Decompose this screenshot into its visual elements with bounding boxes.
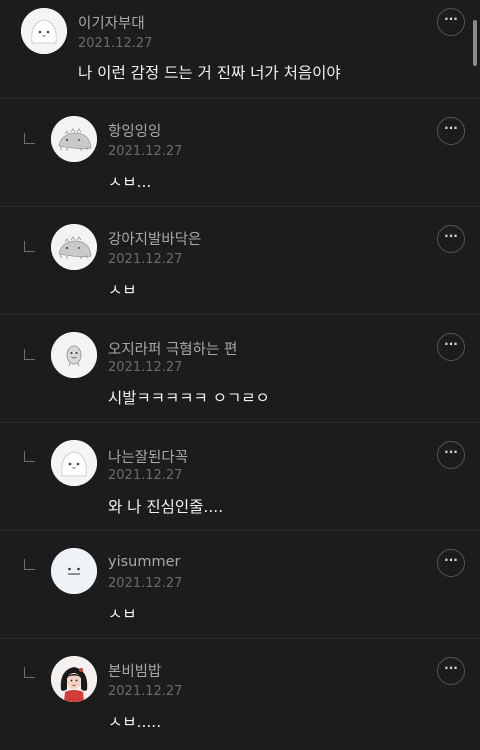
girl-portrait-icon (51, 656, 97, 702)
reply-item: 항잉잉잉 2021.12.27 ㅅㅂ... ··· (0, 99, 480, 207)
small-creature-icon (51, 332, 97, 378)
comment-date: 2021.12.27 (108, 144, 183, 159)
more-options-button[interactable]: ··· (437, 333, 465, 361)
scrollbar[interactable] (473, 20, 477, 66)
more-options-button[interactable]: ··· (437, 8, 465, 36)
comment-text: ㅅㅂ (108, 605, 137, 623)
more-dots-icon: ··· (444, 445, 458, 459)
avatar[interactable] (51, 440, 97, 486)
smiley-face-icon (51, 548, 97, 594)
more-dots-icon: ··· (444, 337, 458, 351)
comment-text: ㅅㅂ... (108, 173, 152, 191)
comment-date: 2021.12.27 (108, 576, 183, 591)
avatar[interactable] (51, 224, 97, 270)
comment-text: 나 이런 감정 드는 거 진짜 너가 처음이야 (78, 64, 341, 82)
gray-dinosaur-icon (51, 116, 97, 162)
comment-text: 시발ㅋㅋㅋㅋㅋ ㅇㄱㄹㅇ (108, 389, 270, 407)
comment-text: ㅅㅂ (108, 281, 137, 299)
comment-date: 2021.12.27 (78, 36, 153, 51)
reply-item: 나는잘된다꼭 2021.12.27 와 나 진심인줄.... ··· (0, 423, 480, 531)
reply-arrow-icon (24, 667, 35, 678)
comment-author[interactable]: 항잉잉잉 (108, 120, 161, 141)
more-dots-icon: ··· (444, 229, 458, 243)
more-options-button[interactable]: ··· (437, 657, 465, 685)
comment-author[interactable]: 오지라퍼 극혐하는 편 (108, 338, 237, 359)
white-blob-character-icon (21, 8, 67, 54)
avatar[interactable] (51, 332, 97, 378)
reply-arrow-icon (24, 241, 35, 252)
comment-date: 2021.12.27 (108, 684, 183, 699)
reply-item: 오지라퍼 극혐하는 편 2021.12.27 시발ㅋㅋㅋㅋㅋ ㅇㄱㄹㅇ ··· (0, 315, 480, 423)
more-options-button[interactable]: ··· (437, 441, 465, 469)
reply-arrow-icon (24, 559, 35, 570)
reply-item: 강아지발바닥은 2021.12.27 ㅅㅂ ··· (0, 207, 480, 315)
reply-arrow-icon (24, 349, 35, 360)
comment-author[interactable]: 이기자부대 (78, 12, 145, 33)
avatar[interactable] (21, 8, 67, 54)
comment-date: 2021.12.27 (108, 252, 183, 267)
comment-text: ㅅㅂ..... (108, 713, 162, 731)
more-dots-icon: ··· (444, 553, 458, 567)
comment-author[interactable]: 강아지발바닥은 (108, 228, 201, 249)
more-dots-icon: ··· (444, 121, 458, 135)
more-options-button[interactable]: ··· (437, 549, 465, 577)
more-options-button[interactable]: ··· (437, 117, 465, 145)
avatar[interactable] (51, 548, 97, 594)
more-dots-icon: ··· (444, 661, 458, 675)
more-options-button[interactable]: ··· (437, 225, 465, 253)
reply-item: yisummer 2021.12.27 ㅅㅂ ··· (0, 531, 480, 639)
more-dots-icon: ··· (444, 12, 458, 26)
white-blob-character-icon (51, 440, 97, 486)
gray-dinosaur-icon (51, 224, 97, 270)
reply-arrow-icon (24, 133, 35, 144)
reply-item: 본비빔밥 2021.12.27 ㅅㅂ..... ··· (0, 639, 480, 750)
comment-item: 이기자부대 2021.12.27 나 이런 감정 드는 거 진짜 너가 처음이야… (0, 0, 480, 99)
comment-date: 2021.12.27 (108, 468, 183, 483)
reply-arrow-icon (24, 451, 35, 462)
avatar[interactable] (51, 656, 97, 702)
comment-text: 와 나 진심인줄.... (108, 498, 224, 516)
comment-author[interactable]: 나는잘된다꼭 (108, 446, 188, 467)
comment-author[interactable]: yisummer (108, 554, 181, 570)
comment-date: 2021.12.27 (108, 360, 183, 375)
avatar[interactable] (51, 116, 97, 162)
comment-author[interactable]: 본비빔밥 (108, 660, 161, 681)
